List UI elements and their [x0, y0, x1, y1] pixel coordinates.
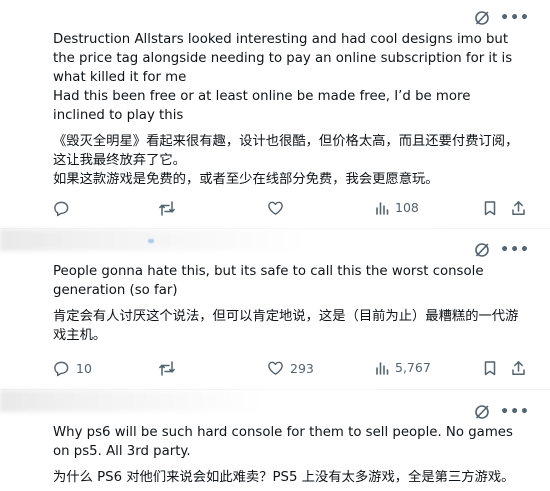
repost-icon: [159, 201, 175, 216]
post-actions: 108: [53, 200, 531, 220]
share-button[interactable]: [511, 200, 526, 216]
post-card[interactable]: ••• People gonna hate this, but its safe…: [0, 229, 550, 389]
post-actions: 10 293 5,767: [53, 360, 531, 380]
reply-count: 10: [76, 361, 92, 376]
more-icon[interactable]: •••: [500, 11, 530, 25]
more-icon[interactable]: •••: [500, 405, 530, 419]
like-icon: [268, 361, 283, 375]
translation-paragraph: 为什么 PS6 对他们来说会如此难卖？PS5 上没有太多游戏，全是第三方游戏。: [53, 470, 515, 485]
repost-button[interactable]: [158, 360, 182, 377]
bookmark-button[interactable]: [483, 200, 497, 216]
post-text: Destruction Allstars looked interesting …: [53, 30, 523, 189]
bookmark-icon: [484, 361, 496, 376]
views-count: 108: [395, 200, 419, 215]
blurred-author-line: [0, 390, 380, 412]
views-icon: [376, 201, 389, 215]
post-paragraph: Why ps6 will be such hard console for th…: [53, 425, 518, 459]
translation-paragraph: 肯定会有人讨厌这个说法，但可以肯定地说，这是（目前为止）最糟糕的一代游戏主机。: [53, 309, 519, 343]
grok-icon[interactable]: [474, 10, 490, 26]
bookmark-button[interactable]: [483, 360, 497, 376]
post-card[interactable]: ••• Why ps6 will be such hard console fo…: [0, 390, 550, 491]
post-paragraph: People gonna hate this, but its safe to …: [53, 264, 488, 298]
repost-icon: [159, 361, 175, 376]
post-paragraph: Destruction Allstars looked interesting …: [53, 32, 517, 85]
more-icon[interactable]: •••: [500, 243, 530, 257]
post-text: Why ps6 will be such hard console for th…: [53, 423, 523, 487]
like-count: 293: [290, 360, 314, 376]
share-button[interactable]: [511, 360, 526, 376]
blurred-verified-badge: [148, 239, 154, 243]
translation-paragraph: 《毁灭全明星》看起来很有趣，设计也很酷，但价格太高，而且还要付费订阅，这让我最终…: [53, 134, 519, 168]
reply-button[interactable]: [53, 200, 76, 217]
reply-button[interactable]: 10: [53, 360, 92, 377]
post-header-actions: •••: [474, 242, 530, 258]
views-button[interactable]: 108: [375, 200, 419, 215]
views-icon: [376, 361, 389, 375]
grok-icon[interactable]: [474, 404, 490, 420]
bookmark-icon: [484, 201, 496, 216]
post-header-actions: •••: [474, 10, 530, 26]
repost-button[interactable]: [158, 200, 182, 217]
post-text: People gonna hate this, but its safe to …: [53, 262, 523, 345]
post-card[interactable]: ••• Destruction Allstars looked interest…: [0, 0, 550, 228]
like-icon: [268, 201, 283, 215]
grok-icon[interactable]: [474, 242, 490, 258]
blurred-author-line: [0, 229, 440, 251]
post-paragraph: Had this been free or at least online be…: [53, 89, 475, 123]
views-count: 5,767: [395, 360, 431, 375]
views-button[interactable]: 5,767: [375, 360, 431, 375]
translation-paragraph: 如果这款游戏是免费的，或者至少在线部分免费，我会更愿意玩。: [53, 172, 439, 187]
share-icon: [512, 361, 525, 375]
post-header-actions: •••: [474, 404, 530, 420]
share-icon: [512, 201, 525, 215]
reply-icon: [54, 361, 69, 377]
like-button[interactable]: [267, 200, 290, 216]
reply-icon: [54, 201, 69, 217]
like-button[interactable]: 293: [267, 360, 314, 376]
